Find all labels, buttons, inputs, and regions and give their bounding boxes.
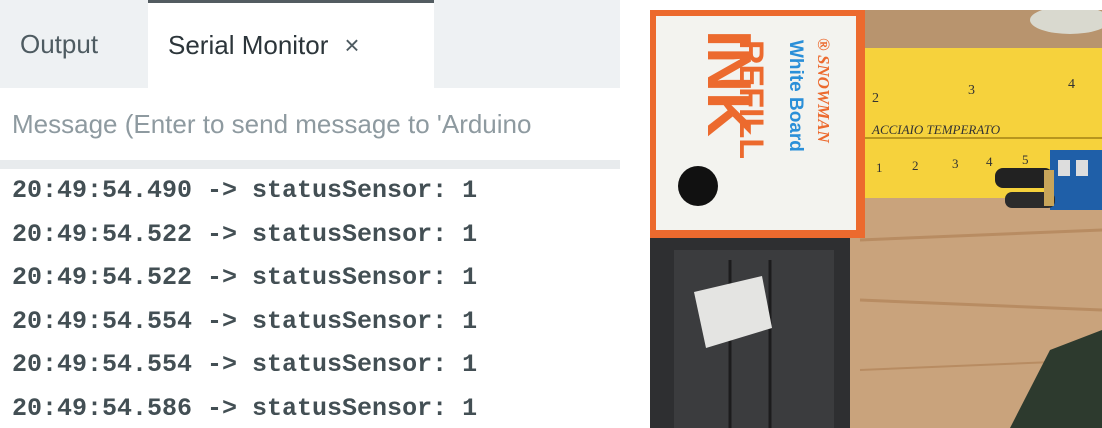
divider (0, 160, 620, 169)
ruler-number: 4 (986, 154, 993, 169)
ruler-number: 1 (876, 160, 883, 175)
log-line: 20:49:54.554 -> statusSensor: 1 (12, 350, 478, 379)
serial-monitor-panel: Output Serial Monitor × 20:49:54.490 -> … (0, 0, 620, 428)
ruler-text: ACCIAIO TEMPERATO (871, 122, 1001, 137)
sensor-pins (1044, 170, 1054, 206)
ruler-number: 4 (1068, 77, 1075, 92)
brand-text: ® SNOWMAN (814, 38, 833, 144)
tab-bar: Output Serial Monitor × (0, 0, 620, 88)
log-line: 20:49:54.586 -> statusSensor: 1 (12, 393, 478, 423)
sensor-component (1058, 160, 1070, 176)
product-text: White Board (785, 40, 806, 152)
ink-dot-icon (678, 166, 718, 206)
message-bar (0, 88, 620, 160)
ruler-number: 3 (952, 156, 959, 171)
sensor-photo: 2 3 4 ACCIAIO TEMPERATO 1 2 3 4 5 INK RE… (650, 10, 1102, 428)
photo-drawing: 2 3 4 ACCIAIO TEMPERATO 1 2 3 4 5 INK RE… (650, 10, 1102, 428)
tab-output[interactable]: Output (20, 0, 98, 88)
ruler-number: 2 (912, 158, 919, 173)
message-input[interactable] (0, 107, 620, 141)
serial-log: 20:49:54.490 -> statusSensor: 1 20:49:54… (0, 169, 620, 428)
close-icon[interactable]: × (344, 30, 359, 61)
ruler-number: 5 (1022, 152, 1029, 167)
log-line: 20:49:54.522 -> statusSensor: 1 (12, 219, 478, 249)
sensor-component (1076, 160, 1088, 176)
tab-output-label: Output (20, 28, 99, 59)
refill-text: REFILL (732, 40, 770, 159)
box-inner (674, 250, 834, 428)
tab-serial-monitor[interactable]: Serial Monitor × (148, 0, 434, 88)
sensor-board (1050, 150, 1102, 210)
log-line: 20:49:54.554 -> statusSensor: 1 (12, 306, 478, 336)
log-line: 20:49:54.522 -> statusSensor: 1 (12, 263, 478, 292)
tab-serial-monitor-label: Serial Monitor (168, 30, 329, 60)
ruler-number: 2 (872, 91, 879, 106)
gap (620, 0, 650, 428)
log-line: 20:49:54.490 -> statusSensor: 1 (12, 176, 478, 205)
ruler-number: 3 (968, 83, 975, 98)
